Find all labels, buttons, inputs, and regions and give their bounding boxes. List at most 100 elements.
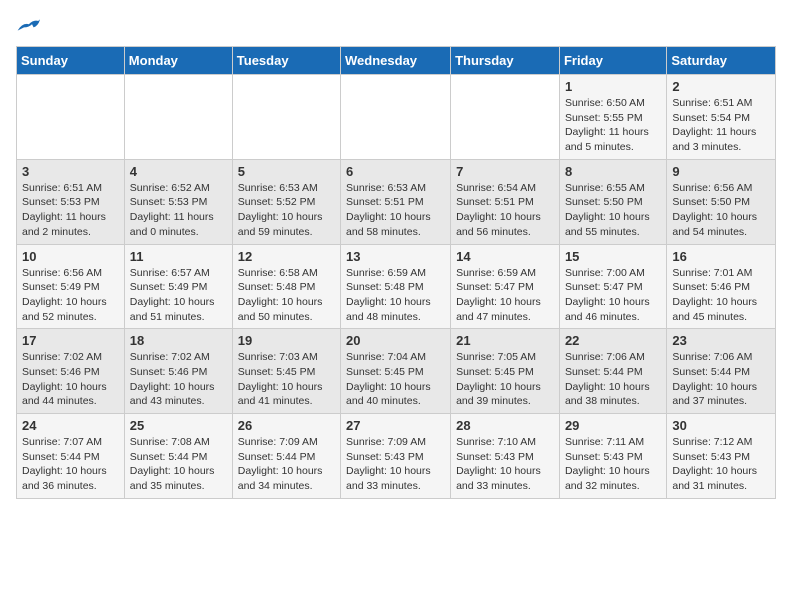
- day-info: Sunrise: 7:04 AM Sunset: 5:45 PM Dayligh…: [346, 350, 445, 409]
- day-info: Sunrise: 7:11 AM Sunset: 5:43 PM Dayligh…: [565, 435, 661, 494]
- calendar-cell: 13 Sunrise: 6:59 AM Sunset: 5:48 PM Dayli…: [341, 244, 451, 329]
- calendar-cell: 20 Sunrise: 7:04 AM Sunset: 5:45 PM Dayli…: [341, 329, 451, 414]
- calendar-cell: 3 Sunrise: 6:51 AM Sunset: 5:53 PM Daylig…: [17, 159, 125, 244]
- logo: [16, 16, 42, 34]
- calendar-cell: 2 Sunrise: 6:51 AM Sunset: 5:54 PM Daylig…: [667, 75, 776, 160]
- day-number: 19: [238, 333, 335, 348]
- day-info: Sunrise: 7:02 AM Sunset: 5:46 PM Dayligh…: [130, 350, 227, 409]
- weekday-header-wednesday: Wednesday: [341, 47, 451, 75]
- calendar-cell: 29 Sunrise: 7:11 AM Sunset: 5:43 PM Dayli…: [559, 414, 666, 499]
- calendar-cell: 18Sunrise: 7:02 AM Sunset: 5:46 PM Dayli…: [124, 329, 232, 414]
- calendar-cell: 19 Sunrise: 7:03 AM Sunset: 5:45 PM Dayli…: [232, 329, 340, 414]
- header: [16, 16, 776, 34]
- day-number: 29: [565, 418, 661, 433]
- calendar-cell: 12 Sunrise: 6:58 AM Sunset: 5:48 PM Dayli…: [232, 244, 340, 329]
- calendar-cell: 27 Sunrise: 7:09 AM Sunset: 5:43 PM Dayli…: [341, 414, 451, 499]
- calendar-cell: 14 Sunrise: 6:59 AM Sunset: 5:47 PM Dayli…: [451, 244, 560, 329]
- calendar-cell: 24Sunrise: 7:07 AM Sunset: 5:44 PM Dayli…: [17, 414, 125, 499]
- calendar-cell: 15 Sunrise: 7:00 AM Sunset: 5:47 PM Dayli…: [559, 244, 666, 329]
- day-info: Sunrise: 6:57 AM Sunset: 5:49 PM Dayligh…: [130, 266, 227, 325]
- calendar-cell: 28 Sunrise: 7:10 AM Sunset: 5:43 PM Dayli…: [451, 414, 560, 499]
- day-number: 23: [672, 333, 770, 348]
- day-number: 5: [238, 164, 335, 179]
- day-number: 10: [22, 249, 119, 264]
- day-info: Sunrise: 6:56 AM Sunset: 5:50 PM Dayligh…: [672, 181, 770, 240]
- day-info: Sunrise: 6:58 AM Sunset: 5:48 PM Dayligh…: [238, 266, 335, 325]
- day-number: 12: [238, 249, 335, 264]
- day-info: Sunrise: 7:08 AM Sunset: 5:44 PM Dayligh…: [130, 435, 227, 494]
- calendar-week-row: 10 Sunrise: 6:56 AM Sunset: 5:49 PM Dayli…: [17, 244, 776, 329]
- page: SundayMondayTuesdayWednesdayThursdayFrid…: [0, 0, 792, 515]
- weekday-header-tuesday: Tuesday: [232, 47, 340, 75]
- calendar-header: SundayMondayTuesdayWednesdayThursdayFrid…: [17, 47, 776, 75]
- day-info: Sunrise: 6:55 AM Sunset: 5:50 PM Dayligh…: [565, 181, 661, 240]
- day-info: Sunrise: 7:01 AM Sunset: 5:46 PM Dayligh…: [672, 266, 770, 325]
- day-info: Sunrise: 6:51 AM Sunset: 5:54 PM Dayligh…: [672, 96, 770, 155]
- day-info: Sunrise: 6:59 AM Sunset: 5:47 PM Dayligh…: [456, 266, 554, 325]
- calendar-cell: [124, 75, 232, 160]
- weekday-header-monday: Monday: [124, 47, 232, 75]
- day-info: Sunrise: 6:59 AM Sunset: 5:48 PM Dayligh…: [346, 266, 445, 325]
- day-info: Sunrise: 7:03 AM Sunset: 5:45 PM Dayligh…: [238, 350, 335, 409]
- weekday-header-thursday: Thursday: [451, 47, 560, 75]
- day-number: 17: [22, 333, 119, 348]
- day-info: Sunrise: 6:50 AM Sunset: 5:55 PM Dayligh…: [565, 96, 661, 155]
- day-number: 13: [346, 249, 445, 264]
- calendar-cell: 23Sunrise: 7:06 AM Sunset: 5:44 PM Dayli…: [667, 329, 776, 414]
- calendar-cell: 25Sunrise: 7:08 AM Sunset: 5:44 PM Dayli…: [124, 414, 232, 499]
- day-number: 3: [22, 164, 119, 179]
- calendar-cell: 10 Sunrise: 6:56 AM Sunset: 5:49 PM Dayli…: [17, 244, 125, 329]
- calendar-cell: 9 Sunrise: 6:56 AM Sunset: 5:50 PM Daylig…: [667, 159, 776, 244]
- day-info: Sunrise: 6:54 AM Sunset: 5:51 PM Dayligh…: [456, 181, 554, 240]
- calendar-cell: 26 Sunrise: 7:09 AM Sunset: 5:44 PM Dayli…: [232, 414, 340, 499]
- day-number: 6: [346, 164, 445, 179]
- calendar-cell: 1Sunrise: 6:50 AM Sunset: 5:55 PM Daylig…: [559, 75, 666, 160]
- day-info: Sunrise: 7:00 AM Sunset: 5:47 PM Dayligh…: [565, 266, 661, 325]
- calendar-cell: 4 Sunrise: 6:52 AM Sunset: 5:53 PM Daylig…: [124, 159, 232, 244]
- day-info: Sunrise: 6:53 AM Sunset: 5:52 PM Dayligh…: [238, 181, 335, 240]
- day-info: Sunrise: 6:53 AM Sunset: 5:51 PM Dayligh…: [346, 181, 445, 240]
- day-info: Sunrise: 7:09 AM Sunset: 5:44 PM Dayligh…: [238, 435, 335, 494]
- day-info: Sunrise: 7:06 AM Sunset: 5:44 PM Dayligh…: [565, 350, 661, 409]
- day-info: Sunrise: 7:10 AM Sunset: 5:43 PM Dayligh…: [456, 435, 554, 494]
- day-number: 22: [565, 333, 661, 348]
- day-number: 21: [456, 333, 554, 348]
- day-info: Sunrise: 7:07 AM Sunset: 5:44 PM Dayligh…: [22, 435, 119, 494]
- day-info: Sunrise: 7:12 AM Sunset: 5:43 PM Dayligh…: [672, 435, 770, 494]
- calendar-week-row: 24Sunrise: 7:07 AM Sunset: 5:44 PM Dayli…: [17, 414, 776, 499]
- calendar-cell: 11 Sunrise: 6:57 AM Sunset: 5:49 PM Dayli…: [124, 244, 232, 329]
- calendar-cell: [232, 75, 340, 160]
- day-number: 2: [672, 79, 770, 94]
- day-number: 9: [672, 164, 770, 179]
- day-number: 28: [456, 418, 554, 433]
- logo-bird-icon: [16, 16, 40, 34]
- calendar-cell: 5 Sunrise: 6:53 AM Sunset: 5:52 PM Daylig…: [232, 159, 340, 244]
- weekday-header-row: SundayMondayTuesdayWednesdayThursdayFrid…: [17, 47, 776, 75]
- calendar-week-row: 1Sunrise: 6:50 AM Sunset: 5:55 PM Daylig…: [17, 75, 776, 160]
- weekday-header-sunday: Sunday: [17, 47, 125, 75]
- day-number: 30: [672, 418, 770, 433]
- calendar-cell: 17 Sunrise: 7:02 AM Sunset: 5:46 PM Dayli…: [17, 329, 125, 414]
- day-number: 14: [456, 249, 554, 264]
- calendar-week-row: 17 Sunrise: 7:02 AM Sunset: 5:46 PM Dayli…: [17, 329, 776, 414]
- calendar-cell: 30 Sunrise: 7:12 AM Sunset: 5:43 PM Dayli…: [667, 414, 776, 499]
- day-number: 26: [238, 418, 335, 433]
- day-info: Sunrise: 6:52 AM Sunset: 5:53 PM Dayligh…: [130, 181, 227, 240]
- day-info: Sunrise: 6:56 AM Sunset: 5:49 PM Dayligh…: [22, 266, 119, 325]
- calendar-cell: 8Sunrise: 6:55 AM Sunset: 5:50 PM Daylig…: [559, 159, 666, 244]
- day-number: 15: [565, 249, 661, 264]
- calendar-cell: 6 Sunrise: 6:53 AM Sunset: 5:51 PM Daylig…: [341, 159, 451, 244]
- day-number: 4: [130, 164, 227, 179]
- day-number: 20: [346, 333, 445, 348]
- calendar-cell: 21Sunrise: 7:05 AM Sunset: 5:45 PM Dayli…: [451, 329, 560, 414]
- day-number: 27: [346, 418, 445, 433]
- day-number: 11: [130, 249, 227, 264]
- calendar-table: SundayMondayTuesdayWednesdayThursdayFrid…: [16, 46, 776, 499]
- day-number: 7: [456, 164, 554, 179]
- day-info: Sunrise: 6:51 AM Sunset: 5:53 PM Dayligh…: [22, 181, 119, 240]
- calendar-cell: [451, 75, 560, 160]
- day-info: Sunrise: 7:09 AM Sunset: 5:43 PM Dayligh…: [346, 435, 445, 494]
- calendar-cell: 7 Sunrise: 6:54 AM Sunset: 5:51 PM Daylig…: [451, 159, 560, 244]
- day-info: Sunrise: 7:02 AM Sunset: 5:46 PM Dayligh…: [22, 350, 119, 409]
- calendar-body: 1Sunrise: 6:50 AM Sunset: 5:55 PM Daylig…: [17, 75, 776, 499]
